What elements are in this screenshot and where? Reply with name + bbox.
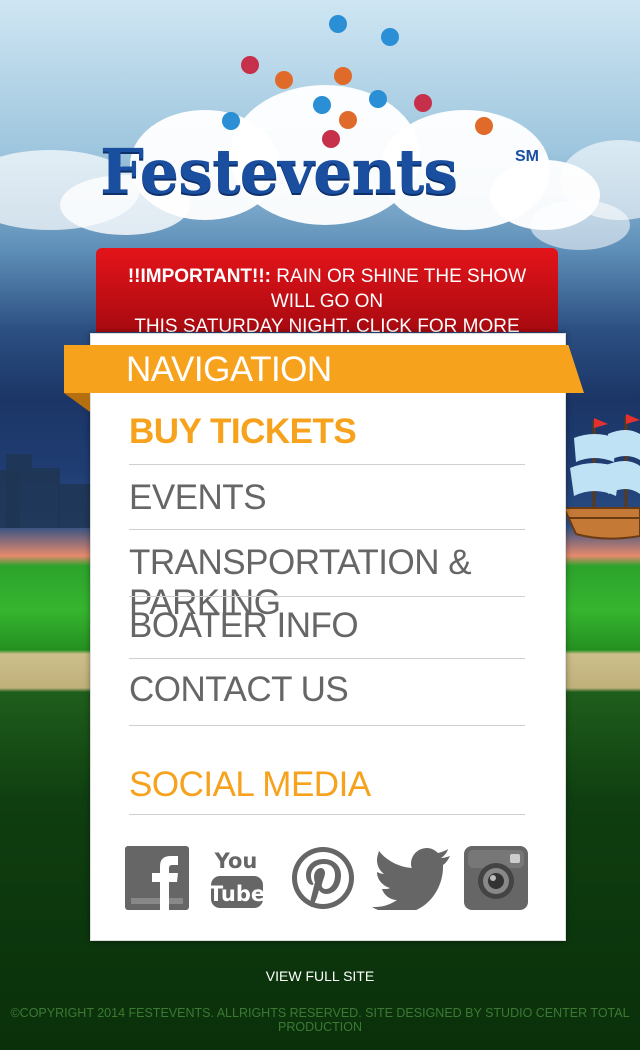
- pinterest-icon[interactable]: [291, 846, 355, 910]
- divider: [129, 658, 525, 659]
- nav-item-contact-us[interactable]: CONTACT US: [129, 670, 525, 710]
- divider: [129, 596, 525, 597]
- divider: [129, 529, 525, 530]
- nav-item-buy-tickets[interactable]: BUY TICKETS: [129, 412, 525, 452]
- navigation-title: NAVIGATION: [126, 350, 332, 389]
- divider: [129, 725, 525, 726]
- view-full-site-link[interactable]: VIEW FULL SITE: [0, 968, 640, 984]
- important-alert-banner[interactable]: !!IMPORTANT!!: RAIN OR SHINE THE SHOW WI…: [96, 248, 558, 362]
- alert-message-line1: RAIN OR SHINE THE SHOW WILL GO ON: [270, 266, 527, 312]
- copyright-text: ©COPYRIGHT 2014 FESTEVENTS. ALLRIGHTS RE…: [10, 1006, 630, 1034]
- youtube-icon[interactable]: You Tube: [207, 846, 271, 910]
- nav-item-boater-info[interactable]: BOATER INFO: [129, 606, 525, 646]
- ribbon-fold: [64, 393, 90, 412]
- social-media-title: SOCIAL MEDIA: [129, 765, 371, 804]
- instagram-icon[interactable]: [464, 846, 528, 910]
- twitter-icon[interactable]: [372, 846, 450, 910]
- alert-label: !!IMPORTANT!!:: [127, 266, 272, 287]
- svg-text:You: You: [214, 849, 258, 873]
- divider: [129, 464, 525, 465]
- facebook-icon[interactable]: [125, 846, 189, 910]
- ship-illustration: [564, 414, 640, 540]
- svg-text:Tube: Tube: [209, 882, 265, 906]
- divider: [129, 814, 525, 815]
- nav-item-events[interactable]: EVENTS: [129, 478, 525, 518]
- service-mark: SM: [515, 148, 539, 165]
- festevents-logo[interactable]: Festevents: [100, 135, 458, 208]
